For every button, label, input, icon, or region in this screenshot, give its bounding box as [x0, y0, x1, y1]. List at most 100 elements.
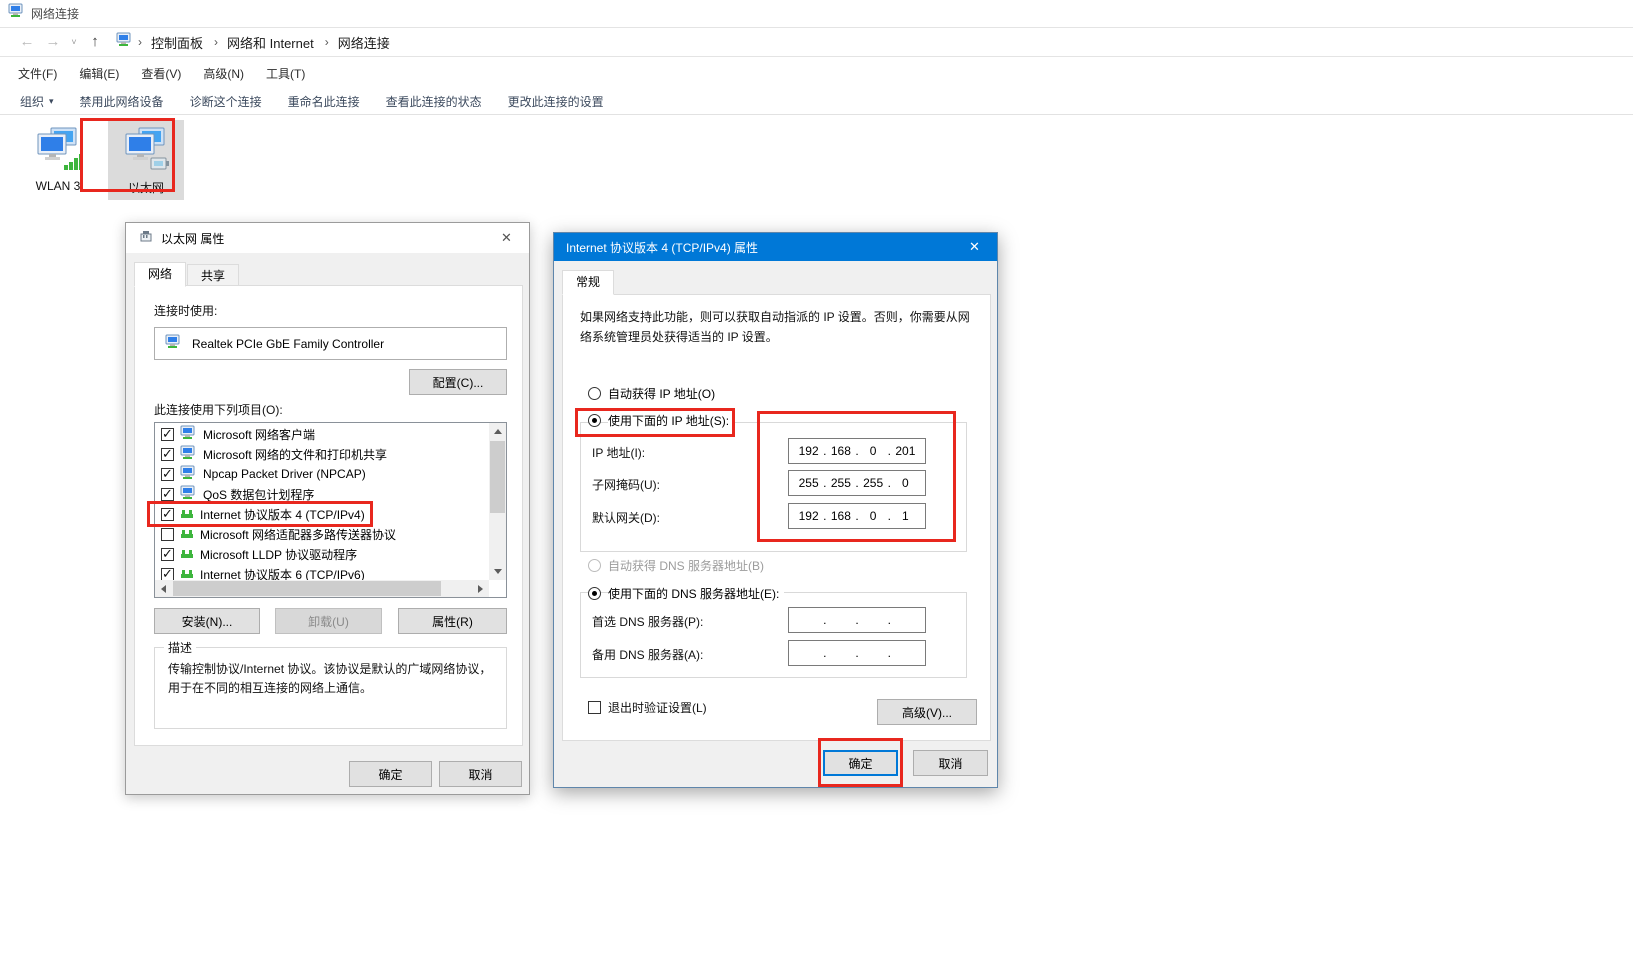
toolbar-item[interactable]: 查看此连接的状态: [386, 93, 482, 110]
radio-manual-ip[interactable]: 使用下面的 IP 地址(S):: [588, 412, 734, 428]
connection-tile[interactable]: 以太网: [108, 120, 184, 200]
ethernet-plug-icon: [139, 229, 153, 248]
toolbar-item[interactable]: 重命名此连接: [288, 93, 360, 110]
menu-item[interactable]: 文件(F): [10, 61, 65, 86]
chevron-down-icon: ▾: [49, 96, 54, 107]
breadcrumb-item[interactable]: 控制面板: [145, 30, 209, 55]
protocol-icon: [180, 506, 194, 523]
menu-item[interactable]: 工具(T): [258, 61, 313, 86]
ipv4-ok-button[interactable]: 确定: [823, 750, 898, 776]
ip-address-field[interactable]: . . .: [788, 640, 926, 666]
protocol-label: Npcap Packet Driver (NPCAP): [203, 467, 366, 481]
connection-icon: [122, 125, 170, 176]
install-button[interactable]: 安装(N)...: [154, 608, 260, 634]
breadcrumb-item[interactable]: 网络连接: [332, 30, 396, 55]
close-icon[interactable]: ✕: [952, 233, 997, 261]
radio-dot: [588, 387, 601, 400]
protocol-icon: [180, 566, 194, 581]
protocol-icon: [180, 526, 194, 543]
protocol-list-item[interactable]: Npcap Packet Driver (NPCAP): [156, 464, 489, 484]
field-label: 备用 DNS 服务器(A):: [592, 646, 703, 663]
ip-address-field[interactable]: 255. 255. 255. 0: [788, 470, 926, 496]
ethernet-cancel-button[interactable]: 取消: [439, 761, 522, 787]
ip-address-field[interactable]: 192. 168. 0. 201: [788, 438, 926, 464]
protocol-list-item[interactable]: Microsoft 网络客户端: [156, 424, 489, 444]
connection-label: 以太网: [128, 179, 164, 196]
protocol-list-item[interactable]: Internet 协议版本 4 (TCP/IPv4): [156, 504, 489, 524]
back-icon[interactable]: ←: [14, 28, 40, 56]
tab-sharing[interactable]: 共享: [187, 264, 239, 287]
adapter-name: Realtek PCIe GbE Family Controller: [192, 337, 384, 351]
protocol-list-item[interactable]: QoS 数据包计划程序: [156, 484, 489, 504]
menu-bar: 文件(F)编辑(E)查看(V)高级(N)工具(T): [0, 58, 1633, 88]
protocol-label: Microsoft LLDP 协议驱动程序: [200, 546, 357, 563]
scroll-down-icon[interactable]: [489, 563, 506, 580]
protocol-icon: [180, 425, 197, 444]
protocol-list-item[interactable]: Microsoft 网络的文件和打印机共享: [156, 444, 489, 464]
toolbar-item[interactable]: 禁用此网络设备: [80, 93, 164, 110]
checkbox[interactable]: [161, 528, 174, 541]
connection-icon: [34, 125, 82, 176]
adapter-box: Realtek PCIe GbE Family Controller: [154, 327, 507, 360]
general-tab-page: 如果网络支持此功能，则可以获取自动指派的 IP 设置。否则，你需要从网络系统管理…: [562, 294, 991, 741]
breadcrumb-chevron-icon: ›: [135, 35, 145, 49]
protocol-list-item[interactable]: Microsoft LLDP 协议驱动程序: [156, 544, 489, 564]
radio-auto-ip-label: 自动获得 IP 地址(O): [608, 385, 715, 402]
forward-icon[interactable]: →: [40, 28, 66, 56]
ipv4-properties-dialog: Internet 协议版本 4 (TCP/IPv4) 属性 ✕ 常规 如果网络支…: [553, 232, 998, 788]
advanced-button[interactable]: 高级(V)...: [877, 699, 977, 725]
checkbox[interactable]: [161, 488, 174, 501]
toolbar-organize[interactable]: 组织 ▾: [20, 93, 54, 110]
checkbox[interactable]: [161, 448, 174, 461]
ethernet-ok-button[interactable]: 确定: [349, 761, 432, 787]
radio-dot: [588, 587, 601, 600]
protocol-icon: [180, 546, 194, 563]
checkbox[interactable]: [161, 568, 174, 581]
scroll-right-icon[interactable]: [472, 580, 489, 597]
checkbox[interactable]: [161, 508, 174, 521]
radio-auto-dns[interactable]: 自动获得 DNS 服务器地址(B): [588, 557, 764, 573]
items-label: 此连接使用下列项目(O):: [154, 401, 283, 418]
scroll-left-icon[interactable]: [155, 580, 172, 597]
properties-button[interactable]: 属性(R): [398, 608, 507, 634]
up-icon[interactable]: ↑: [82, 28, 108, 56]
menu-item[interactable]: 查看(V): [133, 61, 189, 86]
protocol-list-item[interactable]: Internet 协议版本 6 (TCP/IPv6): [156, 564, 489, 580]
organize-label: 组织: [20, 93, 44, 110]
radio-manual-ip-label: 使用下面的 IP 地址(S):: [608, 412, 734, 429]
radio-auto-ip[interactable]: 自动获得 IP 地址(O): [588, 385, 715, 401]
ip-address-field[interactable]: 192. 168. 0. 1: [788, 503, 926, 529]
checkbox[interactable]: [161, 428, 174, 441]
vertical-scrollbar[interactable]: [489, 423, 506, 580]
checkbox[interactable]: [161, 548, 174, 561]
tab-network[interactable]: 网络: [134, 262, 186, 287]
configure-button[interactable]: 配置(C)...: [409, 369, 507, 395]
history-dropdown-icon[interactable]: ˅: [66, 28, 82, 56]
checkbox[interactable]: [161, 468, 174, 481]
address-network-icon: [116, 32, 133, 53]
menu-item[interactable]: 编辑(E): [71, 61, 127, 86]
tab-general[interactable]: 常规: [562, 270, 614, 295]
horizontal-scroll-thumb[interactable]: [173, 581, 441, 596]
ip-address-field[interactable]: . . .: [788, 607, 926, 633]
scroll-up-icon[interactable]: [489, 423, 506, 440]
ipv4-cancel-button[interactable]: 取消: [913, 750, 988, 776]
breadcrumb-chevron-icon: ›: [211, 35, 221, 49]
field-label: 子网掩码(U):: [592, 476, 660, 493]
menu-item[interactable]: 高级(N): [195, 61, 252, 86]
radio-manual-dns[interactable]: 使用下面的 DNS 服务器地址(E):: [588, 585, 784, 601]
toolbar-item[interactable]: 诊断这个连接: [190, 93, 262, 110]
breadcrumb-item[interactable]: 网络和 Internet: [221, 30, 320, 55]
protocol-list-item[interactable]: Microsoft 网络适配器多路传送器协议: [156, 524, 489, 544]
validate-checkbox[interactable]: 退出时验证设置(L): [588, 699, 707, 716]
horizontal-scrollbar[interactable]: [155, 580, 489, 597]
connect-using-label: 连接时使用:: [154, 302, 217, 319]
toolbar-item[interactable]: 更改此连接的设置: [508, 93, 604, 110]
connection-tile[interactable]: WLAN 3: [20, 120, 96, 197]
radio-dot: [588, 559, 601, 572]
protocol-icon: [180, 465, 197, 484]
network-connections-app-icon: [8, 3, 25, 24]
vertical-scroll-thumb[interactable]: [490, 441, 505, 513]
close-icon[interactable]: ✕: [484, 223, 529, 253]
network-tab-page: 连接时使用: Realtek PCIe GbE Family Controlle…: [134, 285, 523, 746]
